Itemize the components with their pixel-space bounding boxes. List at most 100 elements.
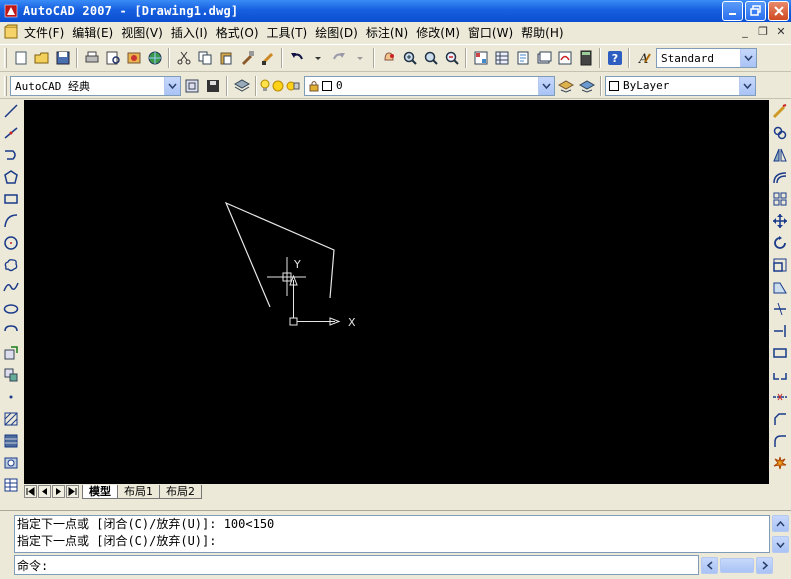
calculator-icon[interactable] <box>575 47 596 69</box>
match-properties-icon[interactable] <box>236 47 257 69</box>
redo-dropdown-icon[interactable] <box>349 47 370 69</box>
menu-view[interactable]: 视图(V) <box>117 24 167 41</box>
table-icon[interactable] <box>1 474 21 496</box>
tab-layout1[interactable]: 布局1 <box>117 484 160 499</box>
menu-dimension[interactable]: 标注(N) <box>362 24 412 41</box>
point-icon[interactable] <box>1 386 21 408</box>
arc-icon[interactable] <box>1 210 21 232</box>
workspace-select[interactable]: AutoCAD 经典 <box>10 75 181 96</box>
chevron-down-icon[interactable] <box>538 76 554 95</box>
text-style-select[interactable]: Standard <box>656 48 757 68</box>
zoom-previous-icon[interactable] <box>441 47 462 69</box>
trim-icon[interactable] <box>770 298 790 320</box>
construction-line-icon[interactable] <box>1 122 21 144</box>
tool-palettes-icon[interactable] <box>512 47 533 69</box>
insert-block-icon[interactable] <box>1 342 21 364</box>
close-button[interactable] <box>768 1 789 21</box>
extend-icon[interactable] <box>770 320 790 342</box>
sun-icon[interactable] <box>272 80 284 92</box>
block-editor-icon[interactable] <box>257 47 278 69</box>
copy-icon[interactable] <box>194 47 215 69</box>
hatch-icon[interactable] <box>1 408 21 430</box>
tab-model[interactable]: 模型 <box>82 484 118 499</box>
rectangle-icon[interactable] <box>1 188 21 210</box>
text-style-icon[interactable]: A <box>633 47 654 69</box>
color-select[interactable]: ByLayer <box>605 75 756 96</box>
lightbulb-icon[interactable] <box>260 79 270 93</box>
print-icon[interactable] <box>81 47 102 69</box>
region-icon[interactable] <box>1 452 21 474</box>
workspace-settings-icon[interactable] <box>181 75 202 97</box>
workspace-save-icon[interactable] <box>202 75 223 97</box>
menu-format[interactable]: 格式(O) <box>212 24 263 41</box>
layer-select[interactable]: 0 <box>304 75 555 96</box>
chamfer-icon[interactable] <box>770 408 790 430</box>
scroll-down-icon[interactable] <box>772 536 789 553</box>
zoom-window-icon[interactable] <box>420 47 441 69</box>
make-block-icon[interactable] <box>1 364 21 386</box>
break-icon[interactable] <box>770 364 790 386</box>
new-icon[interactable] <box>10 47 31 69</box>
sheet-set-icon[interactable] <box>533 47 554 69</box>
help-icon[interactable]: ? <box>604 47 625 69</box>
offset-icon[interactable] <box>770 166 790 188</box>
drawn-polyline[interactable] <box>224 201 335 308</box>
rotate-icon[interactable] <box>770 232 790 254</box>
stretch-icon[interactable] <box>770 276 790 298</box>
layer-manager-icon[interactable] <box>231 75 252 97</box>
chevron-down-icon[interactable] <box>740 49 756 67</box>
fillet-icon[interactable] <box>770 430 790 452</box>
scroll-up-icon[interactable] <box>772 515 789 532</box>
spline-icon[interactable] <box>1 276 21 298</box>
polygon-icon[interactable] <box>1 166 21 188</box>
zoom-realtime-icon[interactable] <box>399 47 420 69</box>
erase-icon[interactable] <box>770 100 790 122</box>
menu-modify[interactable]: 修改(M) <box>412 24 464 41</box>
menu-draw[interactable]: 绘图(D) <box>311 24 362 41</box>
chevron-down-icon[interactable] <box>164 76 180 95</box>
horizontal-scrollbar[interactable] <box>701 557 773 574</box>
gradient-icon[interactable] <box>1 430 21 452</box>
layer-previous-icon[interactable] <box>576 75 597 97</box>
design-center-icon[interactable] <box>491 47 512 69</box>
autocad-icon[interactable] <box>3 3 19 19</box>
last-tab-icon[interactable] <box>66 485 79 498</box>
chevron-down-icon[interactable] <box>739 76 755 95</box>
make-current-layer-icon[interactable] <box>555 75 576 97</box>
first-tab-icon[interactable] <box>24 485 37 498</box>
cut-icon[interactable] <box>173 47 194 69</box>
ellipse-icon[interactable] <box>1 298 21 320</box>
menu-file[interactable]: 文件(F) <box>20 24 68 41</box>
menu-help[interactable]: 帮助(H) <box>517 24 567 41</box>
drawing-canvas[interactable]: Y X <box>24 100 769 484</box>
command-history[interactable]: 指定下一点或 [闭合(C)/放弃(U)]: 100<150 指定下一点或 [闭合… <box>14 515 770 553</box>
move-icon[interactable] <box>770 210 790 232</box>
scroll-right-icon[interactable] <box>756 557 773 574</box>
minimize-button[interactable] <box>722 1 743 21</box>
copy-object-icon[interactable] <box>770 122 790 144</box>
array-icon[interactable] <box>770 188 790 210</box>
doc-minimize-icon[interactable]: _ <box>737 24 753 39</box>
mirror-icon[interactable] <box>770 144 790 166</box>
doc-restore-icon[interactable]: ❐ <box>755 24 771 39</box>
revision-cloud-icon[interactable] <box>1 254 21 276</box>
circle-icon[interactable] <box>1 232 21 254</box>
polyline-icon[interactable] <box>1 144 21 166</box>
tab-layout2[interactable]: 布局2 <box>159 484 202 499</box>
menu-insert[interactable]: 插入(I) <box>167 24 212 41</box>
command-scrollbar[interactable] <box>772 515 789 553</box>
pan-icon[interactable] <box>378 47 399 69</box>
ellipse-arc-icon[interactable] <box>1 320 21 342</box>
restore-button[interactable] <box>745 1 766 21</box>
paste-icon[interactable] <box>215 47 236 69</box>
viewport-freeze-icon[interactable] <box>286 80 300 92</box>
undo-dropdown-icon[interactable] <box>307 47 328 69</box>
save-icon[interactable] <box>52 47 73 69</box>
menu-edit[interactable]: 编辑(E) <box>68 24 117 41</box>
command-input[interactable]: 命令: <box>14 555 699 575</box>
scale-icon[interactable] <box>770 254 790 276</box>
redo-icon[interactable] <box>328 47 349 69</box>
join-icon[interactable] <box>770 386 790 408</box>
break-at-point-icon[interactable] <box>770 342 790 364</box>
doc-close-icon[interactable]: ✕ <box>773 24 789 39</box>
